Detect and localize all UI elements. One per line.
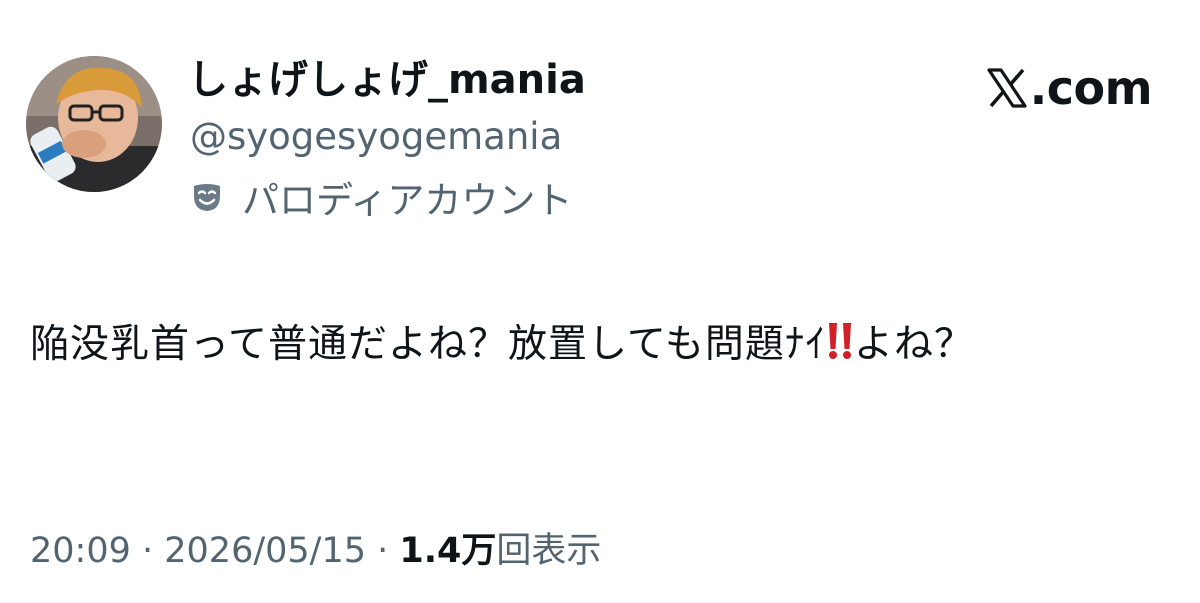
tweet-time[interactable]: 20:09: [30, 531, 131, 571]
views-label: 回表示: [496, 531, 602, 571]
x-logo-icon: [987, 68, 1027, 108]
avatar-image: [26, 56, 162, 192]
views-count: 1.4万: [399, 531, 497, 571]
parody-mask-icon: [194, 184, 220, 211]
meta-separator: ·: [130, 531, 165, 571]
tweet-text-part1: 陥没乳首って普通だよね？放置しても問題ﾅｲ: [30, 322, 826, 367]
tweet-card: しょげしょげ_mania @syogesyogemania パロディアカウント …: [0, 0, 1200, 603]
user-handle[interactable]: @syogesyogemania: [190, 114, 562, 160]
brand: .com: [986, 60, 1153, 116]
brand-domain: .com: [1029, 61, 1153, 115]
tweet-text-part2: よね？: [853, 322, 974, 367]
display-name[interactable]: しょげしょげ_mania: [188, 56, 586, 104]
double-exclamation-icon: [827, 321, 853, 361]
tweet-date[interactable]: 2026/05/15: [164, 531, 366, 571]
parody-label-text: パロディアカウント: [242, 179, 573, 222]
tweet-text: 陥没乳首って普通だよね？放置しても問題ﾅｲ よね？: [30, 306, 1140, 384]
parody-label: パロディアカウント: [190, 174, 572, 222]
tweet-meta: 20:09 · 2026/05/15 · 1.4万回表示: [30, 528, 601, 574]
meta-separator: ·: [366, 531, 400, 571]
avatar[interactable]: [26, 56, 162, 192]
